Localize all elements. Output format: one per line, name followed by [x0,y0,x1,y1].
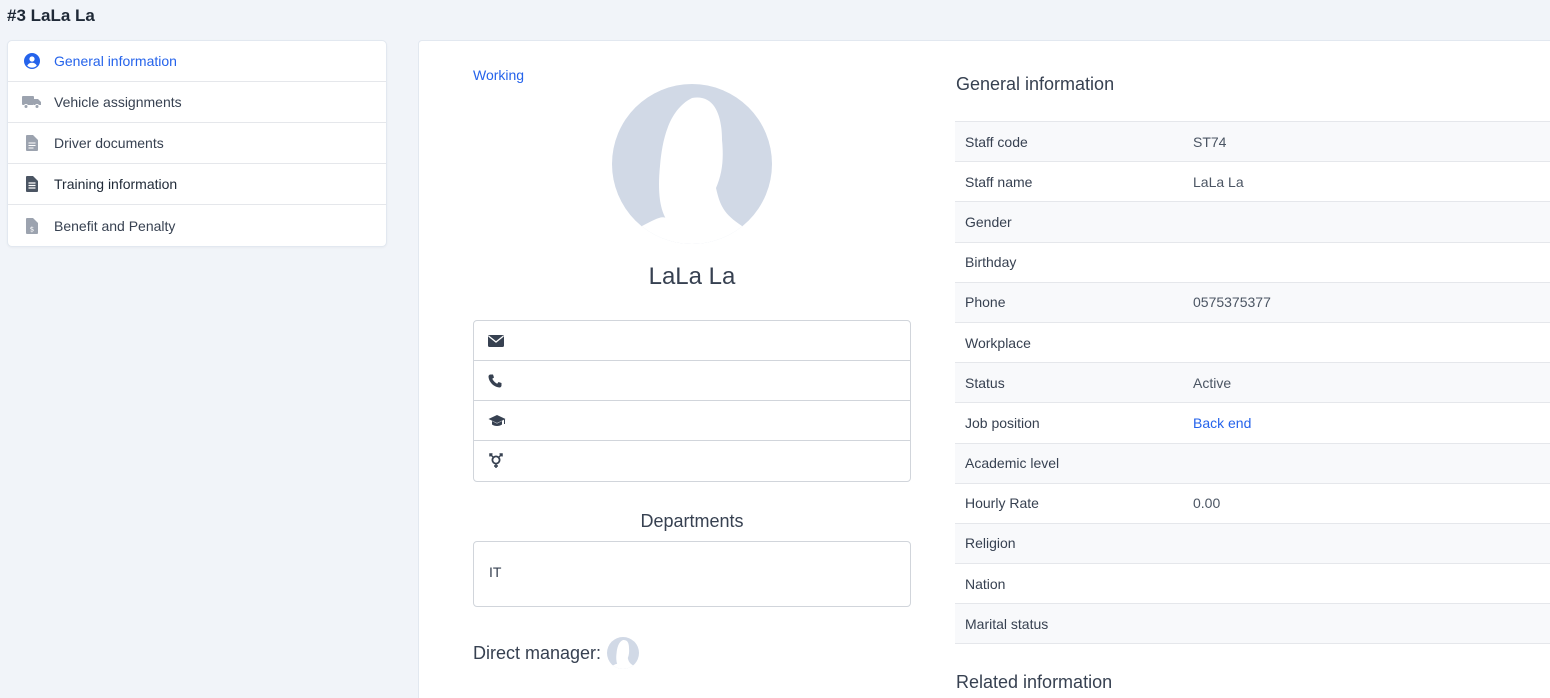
info-value: 0575375377 [1193,294,1271,311]
sidebar-item-driver-documents[interactable]: Driver documents [8,123,386,164]
job-position-link[interactable]: Back end [1193,415,1251,431]
info-value: LaLa La [1193,173,1244,190]
profile-avatar [612,84,772,244]
department-item: IT [489,564,502,580]
person-silhouette-icon [642,97,742,244]
svg-text:$: $ [30,225,34,233]
info-label: Workplace [965,334,1031,351]
manager-avatar[interactable] [607,637,640,669]
info-value: Active [1193,374,1232,391]
status-link[interactable]: Working [473,67,524,83]
contact-phone-row [474,361,910,401]
profile-panel: Working LaLa La Departments IT Direct ma… [418,40,1550,698]
departments-title: Departments [640,511,744,531]
direct-manager-label: Direct manager: [473,642,602,663]
info-row-phone: Phone 0575375377 [955,282,1550,323]
phone-icon [488,373,506,389]
sidebar-item-general-information[interactable]: General information [8,41,386,82]
graduation-cap-icon [488,413,506,429]
sidebar-item-vehicle-assignments[interactable]: Vehicle assignments [8,82,386,123]
info-label: Status [965,374,1005,391]
info-row-staff-code: Staff code ST74 [955,122,1550,163]
contact-education-row [474,401,910,441]
sidebar-item-label: Vehicle assignments [54,94,182,110]
related-info-title: Related information [956,672,1113,692]
general-info-title: General information [956,74,1115,94]
gender-icon [488,453,506,469]
info-row-status: Status Active [955,363,1550,404]
info-row-staff-name: Staff name LaLa La [955,162,1550,203]
profile-name: LaLa La [648,263,736,290]
sidebar-nav: General information Vehicle assignments … [7,40,387,247]
info-row-gender: Gender [955,202,1550,243]
direct-manager: Direct manager: [473,637,640,669]
info-row-birthday: Birthday [955,243,1550,283]
info-label: Birthday [965,254,1017,271]
info-row-job-position: Job position Back end [955,403,1550,444]
info-label: Staff code [965,133,1028,150]
info-label: Gender [965,213,1012,230]
sidebar-item-benefit-and-penalty[interactable]: $ Benefit and Penalty [8,205,386,246]
document-dollar-icon: $ [22,216,42,236]
info-value: ST74 [1193,133,1227,150]
contact-gender-row [474,441,910,481]
truck-icon [22,92,42,112]
info-label: Academic level [965,455,1060,472]
info-row-hourly-rate: Hourly Rate 0.00 [955,484,1550,524]
document-icon [22,133,42,153]
info-row-marital-status: Marital status [955,604,1550,645]
info-row-academic-level: Academic level [955,443,1550,484]
info-label: Hourly Rate [965,495,1039,512]
document-list-icon [22,174,42,194]
info-label: Phone [965,294,1006,311]
contact-email-row [474,321,910,361]
info-label: Marital status [965,615,1049,632]
contact-list [473,320,911,482]
sidebar-item-label: Benefit and Penalty [54,217,176,234]
info-label: Religion [965,535,1016,552]
info-label: Job position [965,414,1040,431]
info-row-religion: Religion [955,523,1550,565]
info-label: Nation [965,575,1006,592]
info-value: 0.00 [1193,495,1221,512]
envelope-icon [488,333,506,349]
sidebar-item-label: Training information [54,176,178,192]
info-row-workplace: Workplace [955,323,1550,364]
departments-box: IT [473,541,911,607]
sidebar-item-label: Driver documents [54,135,164,151]
info-row-nation: Nation [955,564,1550,605]
general-info-table: Staff code ST74 Staff name LaLa La Gende… [955,121,1550,645]
sidebar-item-training-information[interactable]: Training information [8,164,386,205]
sidebar-item-label: General information [54,53,177,69]
page-title: #3 LaLa La [7,6,95,25]
info-label: Staff name [965,173,1033,190]
user-circle-icon [22,51,42,71]
